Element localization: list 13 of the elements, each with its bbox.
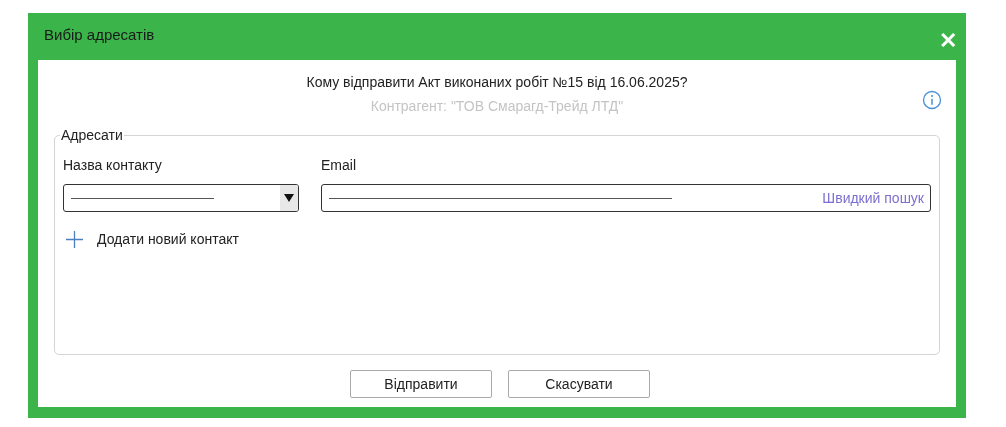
email-field[interactable]: Швидкий пошук: [321, 184, 931, 212]
quick-search-link[interactable]: Швидкий пошук: [822, 187, 924, 209]
field-label: Назва контакту: [63, 156, 163, 175]
window-title: Вибір адресатів: [43, 25, 155, 46]
info-icon[interactable]: [922, 90, 942, 110]
add-contact-link[interactable]: Додати новий контакт: [97, 229, 239, 250]
plus-icon[interactable]: [66, 231, 83, 248]
dialog-button[interactable]: Скасувати: [508, 370, 650, 398]
field-label: Email: [321, 156, 357, 175]
question-text: Кому відправити Акт виконаних робіт №15 від 16.06.2025?: [306, 73, 688, 92]
dialog-button[interactable]: Відправити: [350, 370, 492, 398]
counterparty-text: Контрагент: "ТОВ Смарагд-Трейд ЛТД": [370, 97, 624, 116]
contact-dropdown[interactable]: [63, 184, 299, 212]
